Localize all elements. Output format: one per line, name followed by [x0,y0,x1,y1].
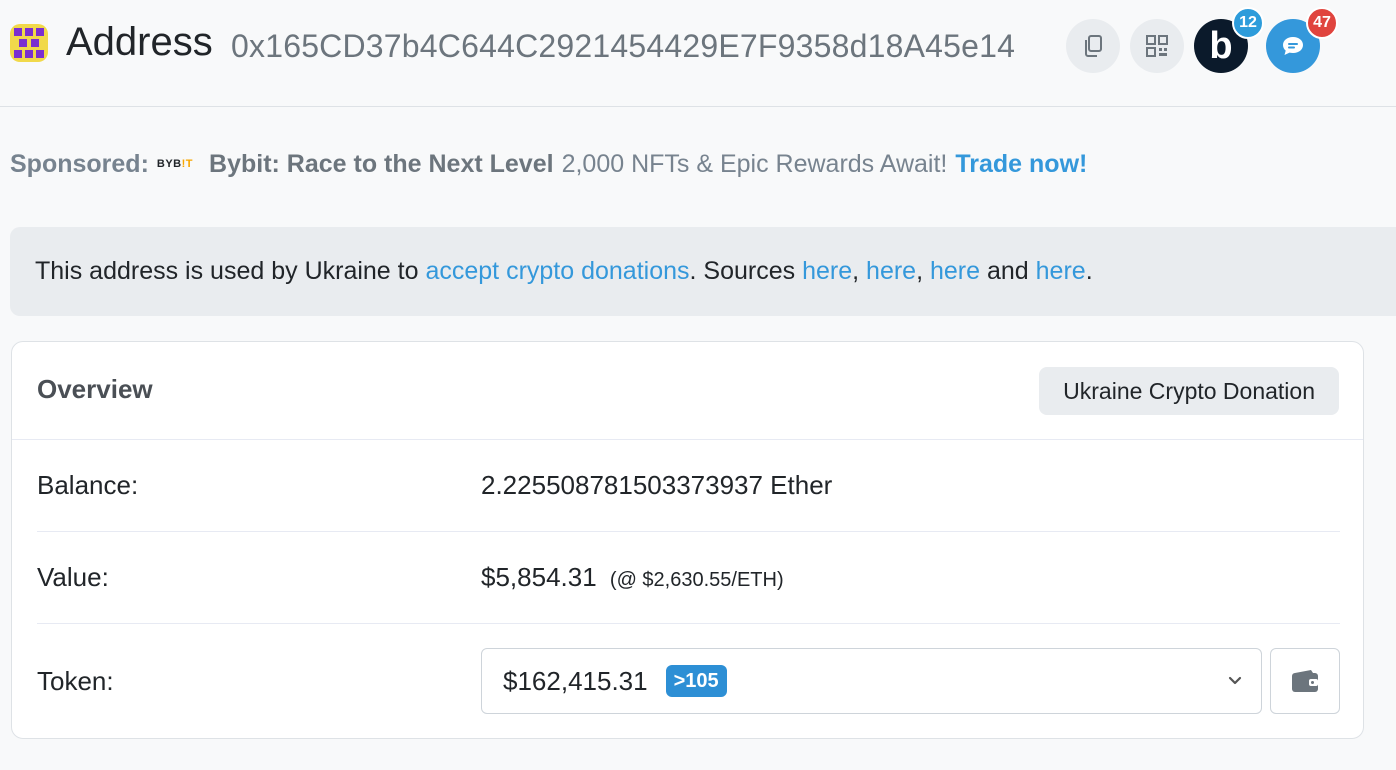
balance-label: Balance: [37,470,139,500]
alert-text: and [980,257,1036,285]
source-link-3[interactable]: here [930,257,980,286]
source-link-2[interactable]: here [866,257,916,286]
donation-alert: This address is used by Ukraine to accep… [10,227,1396,316]
chat-button[interactable]: 47 [1266,7,1338,73]
value-label: Value: [37,562,109,592]
sponsored-text: 2,000 NFTs & Epic Rewards Await! [561,149,948,178]
qr-code-button[interactable] [1130,19,1184,73]
chat-icon [1283,37,1303,55]
token-label: Token: [37,666,114,696]
balance-row: Balance: 2.225508781503373937 Ether [37,440,1340,532]
source-link-4[interactable]: here [1036,257,1086,286]
overview-card: Overview Ukraine Crypto Donation Balance… [11,341,1364,739]
eth-rate: (@ $2,630.55/ETH) [609,569,784,591]
overview-title: Overview [37,374,153,404]
chevron-down-icon [1228,676,1242,685]
extension-b-count-badge: 12 [1232,7,1264,39]
bybit-logo-text-b: !T [181,158,194,170]
source-link-1[interactable]: here [802,257,852,286]
alert-text: This address is used by Ukraine to [35,257,426,285]
accept-donations-link[interactable]: accept crypto donations [425,257,689,286]
value-row: Value: $5,854.31 (@ $2,630.55/ETH) [37,532,1340,624]
wallet-button[interactable] [1270,648,1340,714]
chat-count-badge: 47 [1306,7,1338,39]
address-hash: 0x165CD37b4C644C2921454429E7F9358d18A45e… [231,28,1016,64]
copy-address-button[interactable] [1066,19,1120,73]
extension-b-button[interactable]: b 12 [1194,7,1264,73]
alert-text: . [1085,257,1093,285]
wallet-icon [1292,670,1318,692]
token-row: Token: $162,415.31 >105 [37,624,1340,740]
copy-icon [1085,35,1102,57]
sponsored-banner: Sponsored: BYB!T Bybit: Race to the Next… [10,146,1087,182]
value-amount-wrap: $5,854.31 (@ $2,630.55/ETH) [481,562,784,593]
ukraine-donation-tag-button[interactable]: Ukraine Crypto Donation [1039,367,1339,415]
value-amount: $5,854.31 [481,562,597,592]
bybit-logo-text-a: BYB [156,158,182,170]
extension-b-icon: b [1209,24,1233,67]
alert-separator: , [852,257,867,285]
overview-card-header: Overview Ukraine Crypto Donation [12,342,1363,440]
sponsored-cta-link[interactable]: Trade now! [955,150,1087,179]
token-holdings-dropdown[interactable]: $162,415.31 >105 [481,648,1262,714]
alert-text: . Sources [689,257,803,285]
balance-value: 2.225508781503373937 Ether [481,470,833,500]
page-title: Address [66,20,213,64]
sponsored-title: Bybit: Race to the Next Level [209,149,554,178]
alert-separator: , [916,257,930,285]
token-count-badge: >105 [665,665,727,697]
token-amount: $162,415.31 [503,665,648,696]
page-header: Address 0x165CD37b4C644C2921454429E7F935… [0,0,1396,107]
qr-code-icon [1146,35,1168,57]
bybit-logo-icon: BYB!T [157,158,193,170]
sponsored-label: Sponsored: [10,149,149,178]
address-avatar-icon [10,24,48,62]
